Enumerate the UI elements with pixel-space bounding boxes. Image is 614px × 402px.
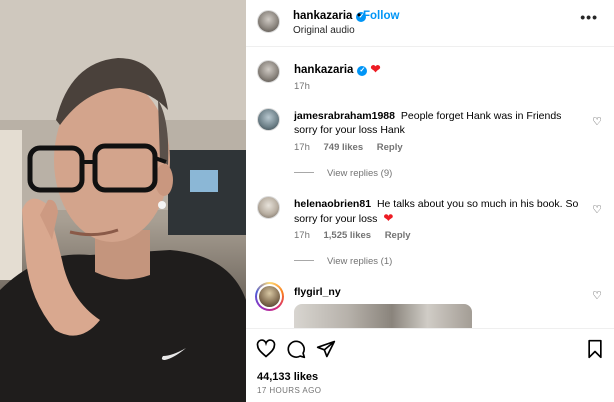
comment-likes[interactable]: 1,525 likes bbox=[324, 230, 372, 241]
author-avatar[interactable] bbox=[257, 10, 280, 33]
heart-outline-icon[interactable]: ♡ bbox=[592, 289, 602, 302]
heart-outline-icon[interactable]: ♡ bbox=[592, 115, 602, 128]
red-heart-emoji: ❤ bbox=[383, 211, 394, 225]
separator-dot: • bbox=[357, 10, 362, 22]
bookmark-icon[interactable] bbox=[586, 339, 604, 359]
post-header: hankazaria ✓ • Follow Original audio ••• bbox=[246, 0, 614, 47]
comment-body: flygirl_ny bbox=[294, 285, 579, 299]
post-timestamp[interactable]: 17 HOURS AGO bbox=[257, 386, 321, 395]
author-username[interactable]: hankazaria ✓ bbox=[293, 10, 367, 22]
view-replies-text[interactable]: View replies (1) bbox=[327, 256, 392, 267]
post-likes-count[interactable]: 44,133 likes bbox=[257, 371, 318, 383]
heart-outline-icon[interactable] bbox=[256, 339, 276, 359]
caption-username[interactable]: hankazaria ✓ ❤ bbox=[294, 62, 381, 76]
comment-meta: 17h 749 likes Reply bbox=[294, 142, 414, 153]
post-details-panel: hankazaria ✓ • Follow Original audio ••• … bbox=[246, 0, 614, 402]
view-replies-button[interactable]: View replies (9) bbox=[294, 168, 392, 179]
commenter-username[interactable]: flygirl_ny bbox=[294, 286, 341, 298]
commenter-avatar[interactable] bbox=[257, 108, 280, 131]
paper-plane-icon[interactable] bbox=[316, 339, 336, 359]
comment-likes[interactable]: 749 likes bbox=[324, 142, 364, 153]
commenter-avatar[interactable] bbox=[257, 196, 280, 219]
commenter-username[interactable]: helenaobrien81 bbox=[294, 198, 371, 210]
caption-username-text[interactable]: hankazaria bbox=[294, 64, 353, 76]
post-actions-bar: 44,133 likes 17 HOURS AGO bbox=[246, 328, 614, 402]
comment-time[interactable]: 17h bbox=[294, 230, 310, 241]
story-ring-avatar[interactable] bbox=[255, 282, 284, 311]
commenter-username[interactable]: jamesrabraham1988 bbox=[294, 110, 395, 122]
caption-time: 17h bbox=[294, 81, 310, 92]
follow-button[interactable]: Follow bbox=[363, 10, 399, 22]
post-video[interactable] bbox=[0, 0, 246, 402]
heart-outline-icon[interactable]: ♡ bbox=[592, 203, 602, 216]
video-frame-illustration bbox=[0, 0, 246, 402]
comment-gif-image[interactable] bbox=[294, 304, 472, 330]
reply-button[interactable]: Reply bbox=[377, 142, 403, 153]
verified-badge-icon: ✓ bbox=[357, 66, 368, 76]
author-username-text[interactable]: hankazaria bbox=[293, 10, 352, 22]
comment-time[interactable]: 17h bbox=[294, 142, 310, 153]
view-replies-button[interactable]: View replies (1) bbox=[294, 256, 392, 267]
comment-body: helenaobrien81 He talks about you so muc… bbox=[294, 197, 579, 226]
caption-avatar[interactable] bbox=[257, 60, 280, 83]
replies-divider bbox=[294, 172, 314, 173]
red-heart-emoji: ❤ bbox=[370, 62, 381, 76]
comment-meta: 17h 1,525 likes Reply bbox=[294, 230, 422, 241]
audio-label[interactable]: Original audio bbox=[293, 25, 355, 36]
comment-bubble-icon[interactable] bbox=[286, 339, 306, 359]
commenter-avatar bbox=[259, 286, 280, 307]
reply-button[interactable]: Reply bbox=[385, 230, 411, 241]
view-replies-text[interactable]: View replies (9) bbox=[327, 168, 392, 179]
more-options-icon[interactable]: ••• bbox=[580, 9, 598, 25]
replies-divider bbox=[294, 260, 314, 261]
comment-body: jamesrabraham1988 People forget Hank was… bbox=[294, 109, 579, 137]
